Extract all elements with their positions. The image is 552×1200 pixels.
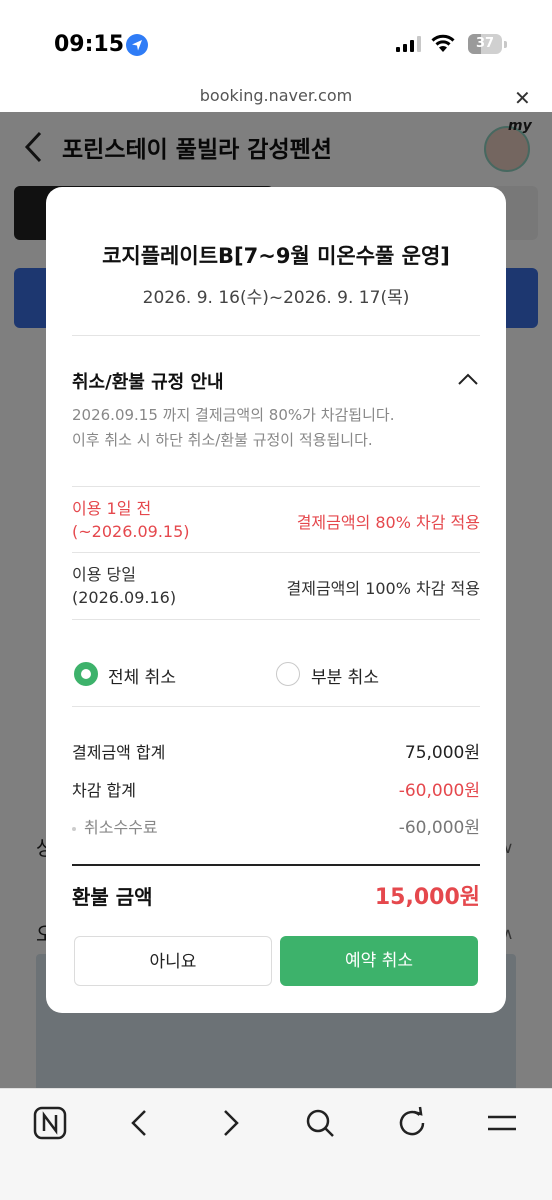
battery-level: 37 xyxy=(475,36,495,51)
chevron-up-icon[interactable] xyxy=(456,371,480,387)
rule-value: 결제금액의 100% 차감 적용 xyxy=(286,579,480,598)
total-label: 결제금액 합계 xyxy=(72,743,166,762)
divider xyxy=(72,619,480,620)
wifi-icon xyxy=(431,34,455,52)
status-bar: 09:15 37 xyxy=(0,0,552,88)
refund-value: 15,000원 xyxy=(374,885,480,910)
rule-value: 결제금액의 80% 차감 적용 xyxy=(296,513,480,532)
divider xyxy=(72,706,480,707)
status-time: 09:15 xyxy=(54,32,125,57)
browser-url-bar[interactable]: booking.naver.com ✕ xyxy=(0,82,552,112)
no-button[interactable]: 아니요 xyxy=(74,936,272,986)
refund-notice: 2026.09.15 까지 결제금액의 80%가 차감됩니다. 이후 취소 시 … xyxy=(72,403,480,453)
fee-label-text: 취소수수료 xyxy=(84,818,158,837)
button-fade xyxy=(46,911,506,937)
battery-icon: 37 xyxy=(468,34,502,54)
modal-dates: 2026. 9. 16(수)~2026. 9. 17(목) xyxy=(142,288,410,308)
deduction-label: 차감 합계 xyxy=(72,781,136,800)
forward-icon[interactable] xyxy=(210,1103,250,1143)
rule-label: 이용 1일 전 (~2026.09.15) xyxy=(72,497,190,543)
refresh-icon[interactable] xyxy=(392,1103,432,1143)
divider xyxy=(72,335,480,336)
refund-label: 환불 금액 xyxy=(72,885,153,909)
deduction-value: -60,000원 xyxy=(398,781,480,801)
full-cancel-label[interactable]: 전체 취소 xyxy=(108,663,176,688)
rule-label-line: (2026.09.16) xyxy=(72,588,177,607)
modal-room-title: 코지플레이트B[7~9월 미온수풀 운영] xyxy=(102,244,450,268)
divider xyxy=(72,486,480,487)
rule-label-line: 이용 1일 전 xyxy=(72,499,152,518)
partial-cancel-radio[interactable] xyxy=(276,662,300,686)
total-value: 75,000원 xyxy=(404,743,480,763)
menu-icon[interactable] xyxy=(482,1103,522,1143)
full-cancel-radio[interactable] xyxy=(74,662,98,686)
bullet-dot xyxy=(72,826,76,831)
url-text[interactable]: booking.naver.com xyxy=(0,86,552,105)
rule-label-line: 이용 당일 xyxy=(72,565,136,584)
refund-policy-title: 취소/환불 규정 안내 xyxy=(72,372,224,393)
browser-toolbar xyxy=(0,1088,552,1200)
divider xyxy=(72,552,480,553)
notice-line: 이후 취소 시 하단 취소/환불 규정이 적용됩니다. xyxy=(72,431,373,449)
divider xyxy=(72,864,480,866)
location-icon xyxy=(126,34,148,56)
rule-label: 이용 당일 (2026.09.16) xyxy=(72,563,176,609)
partial-cancel-label[interactable]: 부분 취소 xyxy=(311,663,379,688)
search-icon[interactable] xyxy=(300,1103,340,1143)
battery-tip xyxy=(504,41,507,48)
fee-value: -60,000원 xyxy=(398,818,480,838)
signal-icon xyxy=(396,36,421,52)
naver-home-icon[interactable] xyxy=(30,1103,70,1143)
rule-label-line: (~2026.09.15) xyxy=(72,522,190,541)
fee-label: 취소수수료 xyxy=(72,814,158,838)
back-icon[interactable] xyxy=(120,1103,160,1143)
cancel-modal: 코지플레이트B[7~9월 미온수풀 운영] 2026. 9. 16(수)~202… xyxy=(46,187,506,1013)
close-icon[interactable]: ✕ xyxy=(514,86,531,110)
notice-line: 2026.09.15 까지 결제금액의 80%가 차감됩니다. xyxy=(72,406,395,424)
cancel-reservation-button[interactable]: 예약 취소 xyxy=(280,936,478,986)
